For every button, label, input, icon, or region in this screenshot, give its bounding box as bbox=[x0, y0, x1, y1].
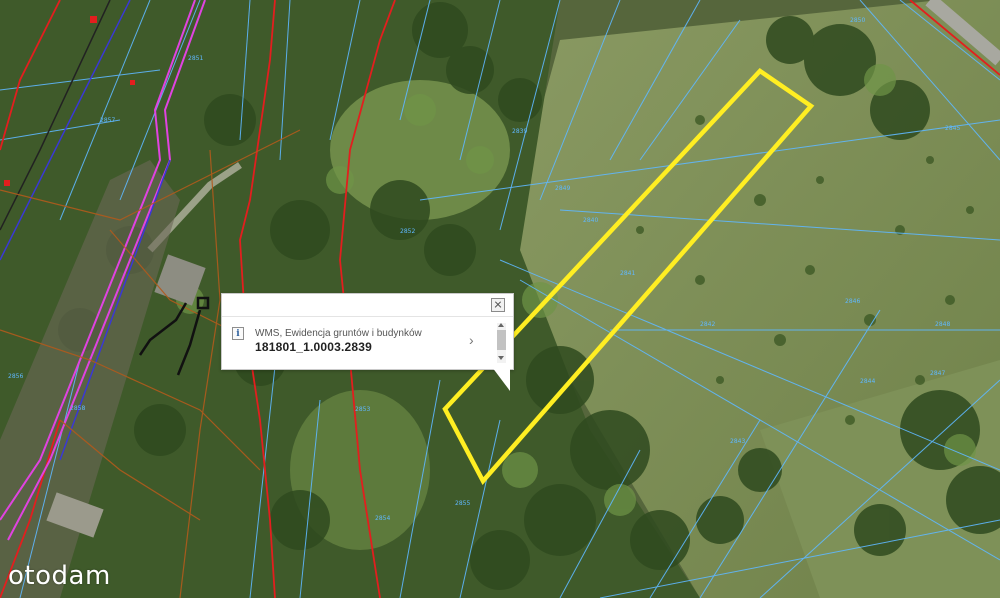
popup-feature-id[interactable]: 181801_1.0003.2839 bbox=[255, 340, 372, 354]
popup-layer-name: WMS, Ewidencja gruntów i budynków bbox=[255, 328, 422, 339]
map-view[interactable]: 2839 2840 2841 2842 2843 2844 2845 2846 … bbox=[0, 0, 1000, 598]
popup-scrollbar[interactable] bbox=[497, 323, 506, 363]
scroll-down-icon[interactable] bbox=[498, 356, 504, 360]
popup-header-divider bbox=[222, 316, 513, 317]
close-icon[interactable] bbox=[491, 298, 505, 312]
scroll-thumb[interactable] bbox=[497, 330, 506, 350]
scroll-up-icon[interactable] bbox=[498, 323, 504, 327]
popup-pointer bbox=[492, 367, 510, 391]
watermark-logo: otodam bbox=[8, 561, 111, 591]
identify-popup: i WMS, Ewidencja gruntów i budynków 1818… bbox=[221, 293, 514, 370]
info-icon: i bbox=[232, 327, 244, 340]
chevron-right-icon[interactable]: › bbox=[469, 333, 474, 347]
